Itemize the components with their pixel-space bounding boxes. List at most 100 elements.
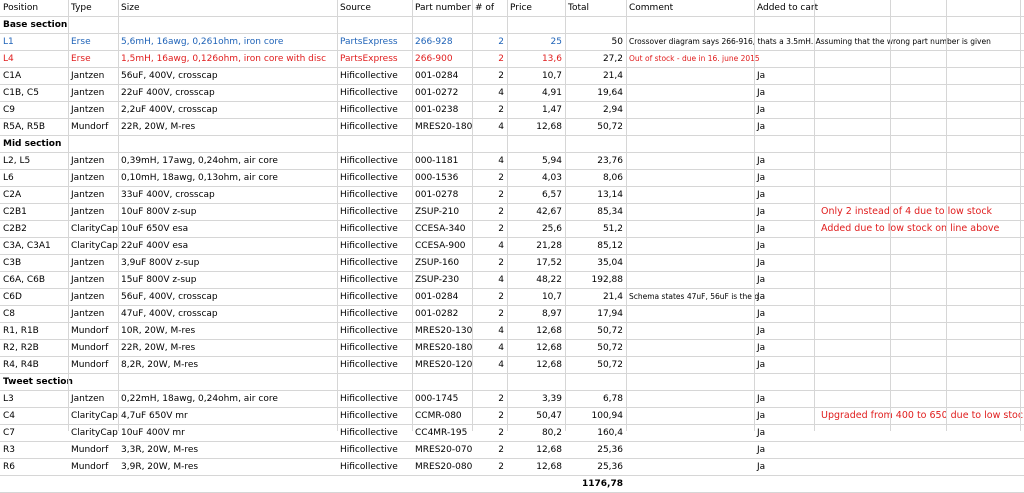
cell-type[interactable]: Erse — [68, 51, 118, 67]
cell-num[interactable]: 2 — [472, 289, 507, 305]
cell-total[interactable]: 50,72 — [565, 119, 626, 135]
cell-comment[interactable] — [626, 170, 754, 186]
cell-size[interactable]: 56uF, 400V, crosscap — [118, 68, 337, 84]
cell-position[interactable]: L6 — [0, 170, 68, 186]
cell-price[interactable]: 4,03 — [507, 170, 565, 186]
cell-position[interactable]: L1 — [0, 34, 68, 50]
header-price[interactable]: Price — [507, 0, 565, 16]
cell-num[interactable]: 2 — [472, 442, 507, 458]
cell-size[interactable]: 8,2R, 20W, M-res — [118, 357, 337, 373]
cell-source[interactable]: Hificollective — [337, 425, 412, 441]
cell-added[interactable] — [754, 34, 814, 50]
cell-size[interactable]: 10uF 650V esa — [118, 221, 337, 237]
header-type[interactable]: Type — [68, 0, 118, 16]
cell-type[interactable]: ClarityCap — [68, 425, 118, 441]
cell-price[interactable]: 12,68 — [507, 119, 565, 135]
cell-size[interactable]: 10uF 800V z-sup — [118, 204, 337, 220]
cell-price[interactable]: 50,47 — [507, 408, 565, 424]
cell-size[interactable]: 2,2uF 400V, crosscap — [118, 102, 337, 118]
cell-price[interactable]: 4,91 — [507, 85, 565, 101]
grand-total-value[interactable]: 1176,78 — [565, 476, 626, 492]
cell-size[interactable]: 33uF 400V, crosscap — [118, 187, 337, 203]
cell-added[interactable]: Ja — [754, 459, 814, 475]
cell-comment[interactable] — [626, 68, 754, 84]
cell-part[interactable]: MRES20-130 — [412, 323, 472, 339]
cell-position[interactable]: C7 — [0, 425, 68, 441]
cell-num[interactable]: 2 — [472, 425, 507, 441]
cell-position[interactable]: C4 — [0, 408, 68, 424]
cell-num[interactable]: 2 — [472, 391, 507, 407]
cell-position[interactable]: C6D — [0, 289, 68, 305]
cell-comment[interactable] — [626, 102, 754, 118]
cell-total[interactable]: 2,94 — [565, 102, 626, 118]
cell-added[interactable]: Ja — [754, 221, 814, 237]
cell-part[interactable]: MRES20-080 — [412, 459, 472, 475]
cell-source[interactable]: Hificollective — [337, 204, 412, 220]
cell-source[interactable]: Hificollective — [337, 68, 412, 84]
cell-price[interactable]: 21,28 — [507, 238, 565, 254]
cell-position[interactable]: R6 — [0, 459, 68, 475]
cell-size[interactable]: 4,7uF 650V mr — [118, 408, 337, 424]
cell-part[interactable]: MRES20-120 — [412, 357, 472, 373]
cell-part[interactable]: CCESA-340 — [412, 221, 472, 237]
cell-position[interactable]: C6A, C6B — [0, 272, 68, 288]
cell-part[interactable]: MRES20-180 — [412, 119, 472, 135]
cell-num[interactable]: 4 — [472, 340, 507, 356]
cell-type[interactable]: Jantzen — [68, 102, 118, 118]
cell-position[interactable]: L3 — [0, 391, 68, 407]
cell-comment[interactable]: Schema states 47uF, 56uF is the o — [626, 289, 759, 305]
cell-source[interactable]: Hificollective — [337, 221, 412, 237]
cell-size[interactable]: 22R, 20W, M-res — [118, 340, 337, 356]
cell-added[interactable]: Ja — [754, 272, 814, 288]
cell-total[interactable]: 19,64 — [565, 85, 626, 101]
cell-type[interactable]: Jantzen — [68, 272, 118, 288]
cell-type[interactable]: Jantzen — [68, 85, 118, 101]
cell-size[interactable]: 5,6mH, 16awg, 0,261ohm, iron core — [118, 34, 337, 50]
cell-position[interactable]: C9 — [0, 102, 68, 118]
cell-num[interactable]: 2 — [472, 187, 507, 203]
cell-total[interactable]: 100,94 — [565, 408, 626, 424]
cell-type[interactable]: Jantzen — [68, 289, 118, 305]
cell-num[interactable]: 2 — [472, 408, 507, 424]
cell-part[interactable]: ZSUP-160 — [412, 255, 472, 271]
cell-added[interactable]: Ja — [754, 153, 814, 169]
cell-added[interactable]: Ja — [754, 357, 814, 373]
header-added[interactable]: Added to cart — [754, 0, 818, 16]
cell-added[interactable]: Ja — [754, 238, 814, 254]
header-total[interactable]: Total — [565, 0, 626, 16]
cell-total[interactable]: 50,72 — [565, 357, 626, 373]
cell-source[interactable]: Hificollective — [337, 408, 412, 424]
cell-position[interactable]: C2B2 — [0, 221, 68, 237]
cell-num[interactable]: 2 — [472, 170, 507, 186]
cell-part[interactable]: 000-1536 — [412, 170, 472, 186]
cell-price[interactable]: 25,6 — [507, 221, 565, 237]
cell-source[interactable]: Hificollective — [337, 119, 412, 135]
cell-comment[interactable]: Crossover diagram says 266-916, thats a … — [626, 34, 991, 50]
cell-source[interactable]: Hificollective — [337, 391, 412, 407]
cell-added[interactable]: Ja — [754, 306, 814, 322]
cell-position[interactable]: C3B — [0, 255, 68, 271]
cell-part[interactable]: 001-0282 — [412, 306, 472, 322]
section-title[interactable]: Mid section — [0, 136, 200, 152]
cell-part[interactable]: 001-0238 — [412, 102, 472, 118]
cell-size[interactable]: 0,10mH, 18awg, 0,13ohm, air core — [118, 170, 337, 186]
cell-comment[interactable] — [626, 119, 754, 135]
cell-size[interactable]: 10R, 20W, M-res — [118, 323, 337, 339]
cell-total[interactable]: 23,76 — [565, 153, 626, 169]
cell-part[interactable]: 266-900 — [412, 51, 472, 67]
cell-total[interactable]: 13,14 — [565, 187, 626, 203]
cell-comment[interactable] — [626, 238, 754, 254]
cell-size[interactable]: 47uF, 400V, crosscap — [118, 306, 337, 322]
cell-part[interactable]: ZSUP-210 — [412, 204, 472, 220]
row-note[interactable]: Only 2 instead of 4 due to low stock — [818, 204, 1023, 220]
cell-source[interactable]: Hificollective — [337, 187, 412, 203]
cell-type[interactable]: Mundorf — [68, 119, 118, 135]
cell-comment[interactable] — [626, 221, 754, 237]
cell-num[interactable]: 2 — [472, 204, 507, 220]
cell-price[interactable]: 6,57 — [507, 187, 565, 203]
cell-num[interactable]: 2 — [472, 459, 507, 475]
cell-price[interactable]: 10,7 — [507, 289, 565, 305]
cell-part[interactable]: MRES20-070 — [412, 442, 472, 458]
cell-comment[interactable] — [626, 187, 754, 203]
cell-source[interactable]: Hificollective — [337, 340, 412, 356]
